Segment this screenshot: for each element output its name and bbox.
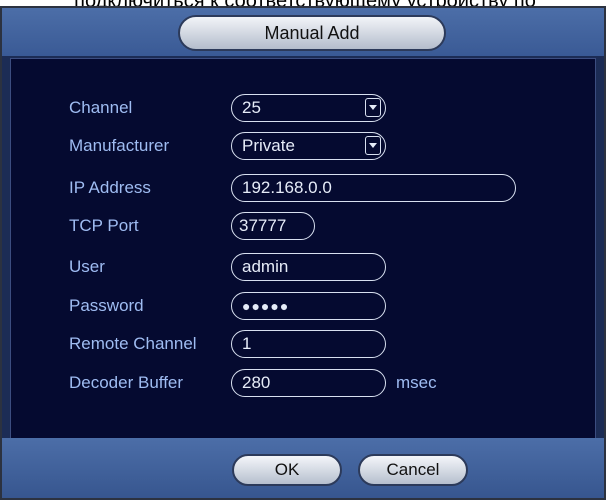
dialog-title: Manual Add <box>178 15 446 51</box>
dialog-content: Channel 25 Manufacturer Private IP Addre… <box>10 58 596 440</box>
tcp-port-row: TCP Port 37777 <box>11 211 595 241</box>
ip-address-label: IP Address <box>69 178 151 197</box>
dialog-footer: OK Cancel <box>2 438 604 498</box>
remote-channel-input[interactable]: 1 <box>231 330 386 358</box>
tcp-port-input[interactable]: 37777 <box>231 212 315 240</box>
ip-address-value: 192.168.0.0 <box>242 178 332 197</box>
manufacturer-select[interactable]: Private <box>231 132 386 160</box>
password-label: Password <box>69 296 144 315</box>
password-input[interactable]: ●●●●● <box>231 292 386 320</box>
user-input[interactable]: admin <box>231 253 386 281</box>
remote-channel-value: 1 <box>242 334 252 353</box>
decoder-buffer-label: Decoder Buffer <box>69 373 184 392</box>
tcp-port-label: TCP Port <box>69 216 139 235</box>
manual-add-dialog: Manual Add Channel 25 Manufacturer Priva… <box>0 6 606 500</box>
manufacturer-value: Private <box>242 136 295 155</box>
dialog-titlebar: Manual Add <box>2 8 604 56</box>
channel-row: Channel 25 <box>11 93 595 123</box>
cancel-button[interactable]: Cancel <box>358 454 468 486</box>
decoder-buffer-row: Decoder Buffer 280 msec <box>11 368 595 398</box>
ip-address-input[interactable]: 192.168.0.0 <box>231 174 516 202</box>
channel-value: 25 <box>242 98 261 117</box>
chevron-down-icon[interactable] <box>365 136 381 155</box>
password-value: ●●●●● <box>242 298 290 314</box>
password-row: Password ●●●●● <box>11 291 595 321</box>
decoder-buffer-unit: msec <box>396 373 437 392</box>
channel-select[interactable]: 25 <box>231 94 386 122</box>
tcp-port-value: 37777 <box>239 216 287 235</box>
chevron-down-icon[interactable] <box>365 98 381 117</box>
manufacturer-row: Manufacturer Private <box>11 131 595 161</box>
user-label: User <box>69 257 105 276</box>
remote-channel-label: Remote Channel <box>69 334 197 353</box>
decoder-buffer-value: 280 <box>242 373 271 392</box>
user-row: User admin <box>11 252 595 282</box>
user-value: admin <box>242 257 289 276</box>
ip-address-row: IP Address 192.168.0.0 <box>11 173 595 203</box>
remote-channel-row: Remote Channel 1 <box>11 329 595 359</box>
channel-label: Channel <box>69 98 133 117</box>
manufacturer-label: Manufacturer <box>69 136 170 155</box>
decoder-buffer-input[interactable]: 280 <box>231 369 386 397</box>
ok-button[interactable]: OK <box>232 454 342 486</box>
